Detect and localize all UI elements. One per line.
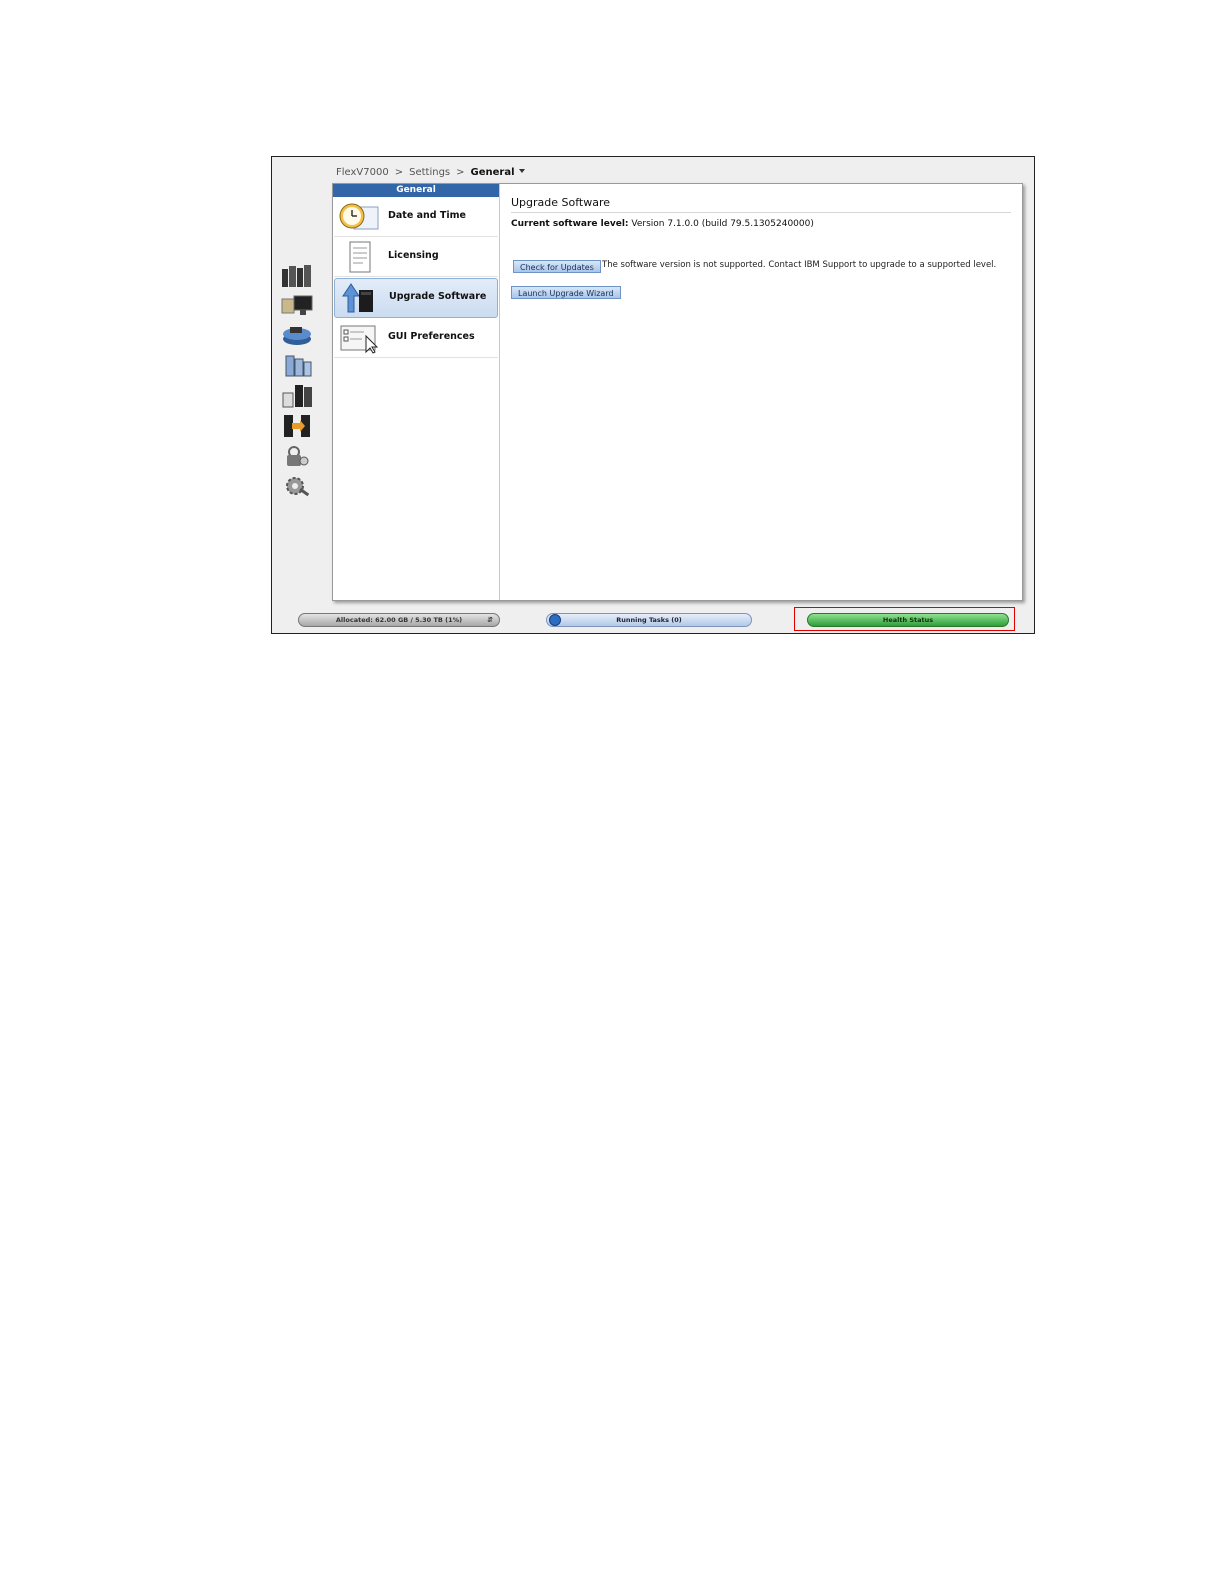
access-icon[interactable] xyxy=(280,443,314,469)
software-level: Current software level: Version 7.1.0.0 … xyxy=(511,219,1011,229)
toggle-arrows-icon[interactable]: ⇵ xyxy=(487,614,493,626)
settings-panel: General Date and Time Licensing Upgrade … xyxy=(332,183,1023,601)
running-tasks-bar[interactable]: Running Tasks (0) xyxy=(546,613,752,627)
copy-services-icon[interactable] xyxy=(280,413,314,439)
breadcrumb: FlexV7000 > Settings > General xyxy=(336,167,525,178)
sidebar-item-label: Upgrade Software xyxy=(389,291,487,302)
sidebar-item-label: Date and Time xyxy=(388,210,466,221)
allocated-capacity-label: Allocated: 62.00 GB / 5.30 TB (1%) xyxy=(335,616,463,624)
monitoring-icon[interactable] xyxy=(280,293,314,319)
settings-icon[interactable] xyxy=(280,473,314,499)
settings-sidebar: General Date and Time Licensing Upgrade … xyxy=(333,184,500,600)
software-level-label: Current software level: xyxy=(511,219,629,229)
home-icon[interactable] xyxy=(280,263,314,289)
sidebar-item-upgrade-software[interactable]: Upgrade Software xyxy=(334,278,498,318)
app-window: FlexV7000 > Settings > General General D… xyxy=(271,156,1035,634)
upgrade-arrow-icon xyxy=(342,283,373,313)
page-title: Upgrade Software xyxy=(511,196,1011,213)
sidebar-item-label: Licensing xyxy=(388,250,439,261)
main-content: Upgrade Software Current software level:… xyxy=(511,196,1011,299)
sidebar-item-date-and-time[interactable]: Date and Time xyxy=(334,198,498,237)
check-for-updates-button[interactable]: Check for Updates xyxy=(513,260,601,273)
sidebar-header: General xyxy=(333,184,499,197)
sidebar-item-gui-preferences[interactable]: GUI Preferences xyxy=(334,319,498,358)
unsupported-version-message: The software version is not supported. C… xyxy=(602,260,997,270)
sidebar-item-licensing[interactable]: Licensing xyxy=(334,238,498,277)
preferences-form-icon xyxy=(340,325,379,354)
software-level-value: Version 7.1.0.0 (build 79.5.1305240000) xyxy=(631,219,814,229)
launch-upgrade-wizard-button[interactable]: Launch Upgrade Wizard xyxy=(511,286,621,299)
tasks-icon xyxy=(549,614,561,626)
breadcrumb-settings[interactable]: Settings xyxy=(409,167,450,178)
breadcrumb-root[interactable]: FlexV7000 xyxy=(336,167,389,178)
pools-icon[interactable] xyxy=(280,323,314,349)
allocated-capacity-bar[interactable]: Allocated: 62.00 GB / 5.30 TB (1%) ⇵ xyxy=(298,613,500,627)
hosts-icon[interactable] xyxy=(280,383,314,409)
health-status-highlight xyxy=(794,607,1015,631)
sidebar-item-label: GUI Preferences xyxy=(388,331,475,342)
left-nav-rail xyxy=(280,263,320,503)
breadcrumb-current[interactable]: General xyxy=(471,167,515,178)
license-document-icon xyxy=(349,241,371,273)
volumes-icon[interactable] xyxy=(280,353,314,379)
running-tasks-label: Running Tasks (0) xyxy=(616,616,682,624)
clock-icon xyxy=(339,203,379,230)
chevron-down-icon[interactable] xyxy=(518,169,525,173)
